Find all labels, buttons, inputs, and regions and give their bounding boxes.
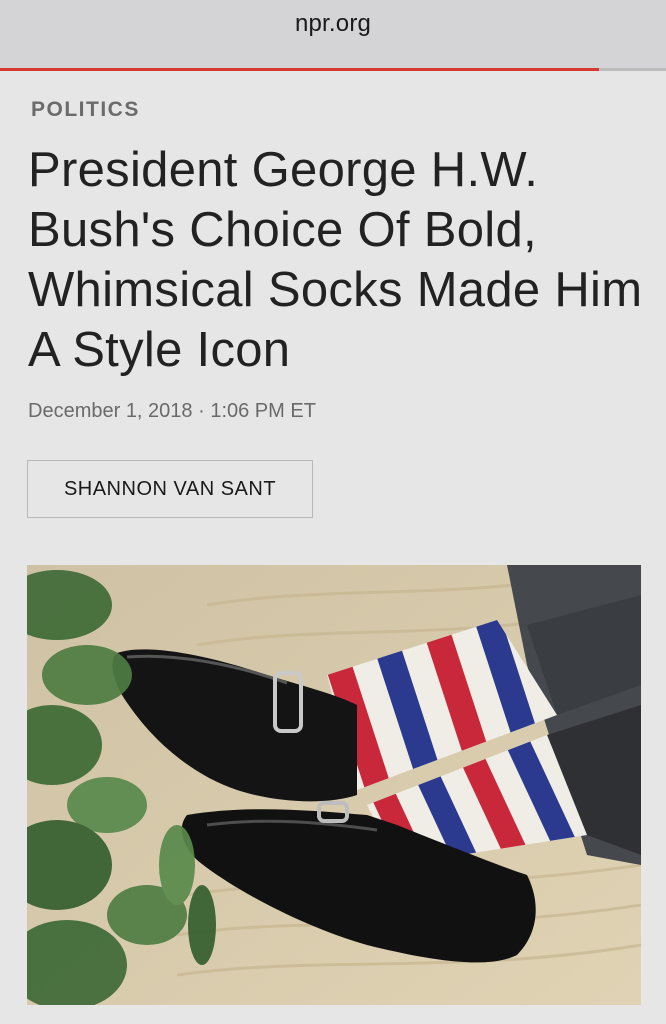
article-photo: [27, 565, 641, 1005]
article-page: npr.org POLITICS President George H.W. B…: [0, 0, 666, 1024]
article-dateline: December 1, 2018 · 1:06 PM ET: [28, 400, 316, 422]
section-label[interactable]: POLITICS: [31, 98, 140, 122]
page-load-progress: [0, 68, 666, 71]
page-load-progress-fill: [0, 68, 600, 71]
url-domain[interactable]: npr.org: [0, 10, 666, 38]
author-button[interactable]: SHANNON VAN SANT: [27, 460, 313, 518]
article-headline: President George H.W. Bush's Choice Of B…: [28, 143, 643, 377]
photo-illustration: [27, 565, 641, 1005]
browser-url-bar[interactable]: npr.org: [0, 0, 666, 71]
